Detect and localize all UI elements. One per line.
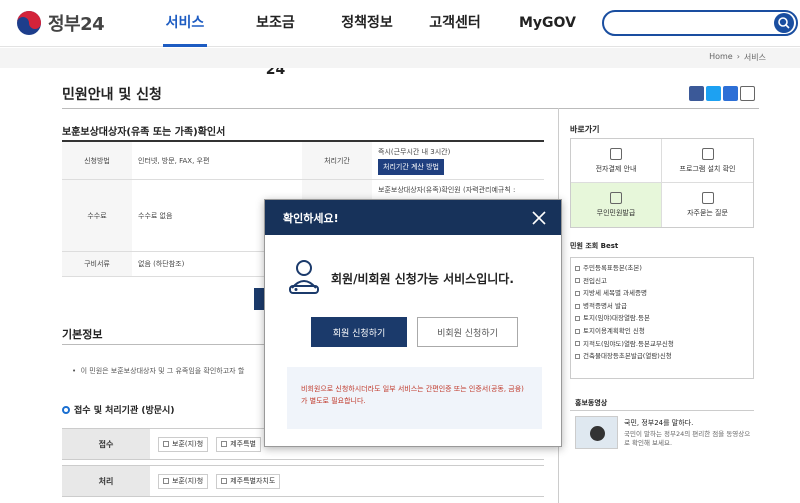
confirm-modal: 확인하세요! 회원/비회원 신청가능 서비스입니다. 회원 신청하기 비회원 신…: [264, 199, 562, 447]
modal-message: 회원/비회원 신청가능 서비스입니다.: [287, 258, 514, 298]
member-apply-button[interactable]: 회원 신청하기: [311, 317, 407, 347]
modal-title: 확인하세요!: [283, 211, 339, 225]
guest-apply-button[interactable]: 비회원 신청하기: [417, 317, 518, 347]
modal-header: 확인하세요!: [265, 200, 561, 235]
user-id-icon: [289, 260, 319, 294]
modal-message-text: 회원/비회원 신청가능 서비스입니다.: [331, 271, 514, 286]
modal-notice: 비회원으로 신청하시더라도 일부 서비스는 간편인증 또는 인증서(공동, 금융…: [287, 367, 542, 429]
close-icon[interactable]: [531, 210, 547, 226]
